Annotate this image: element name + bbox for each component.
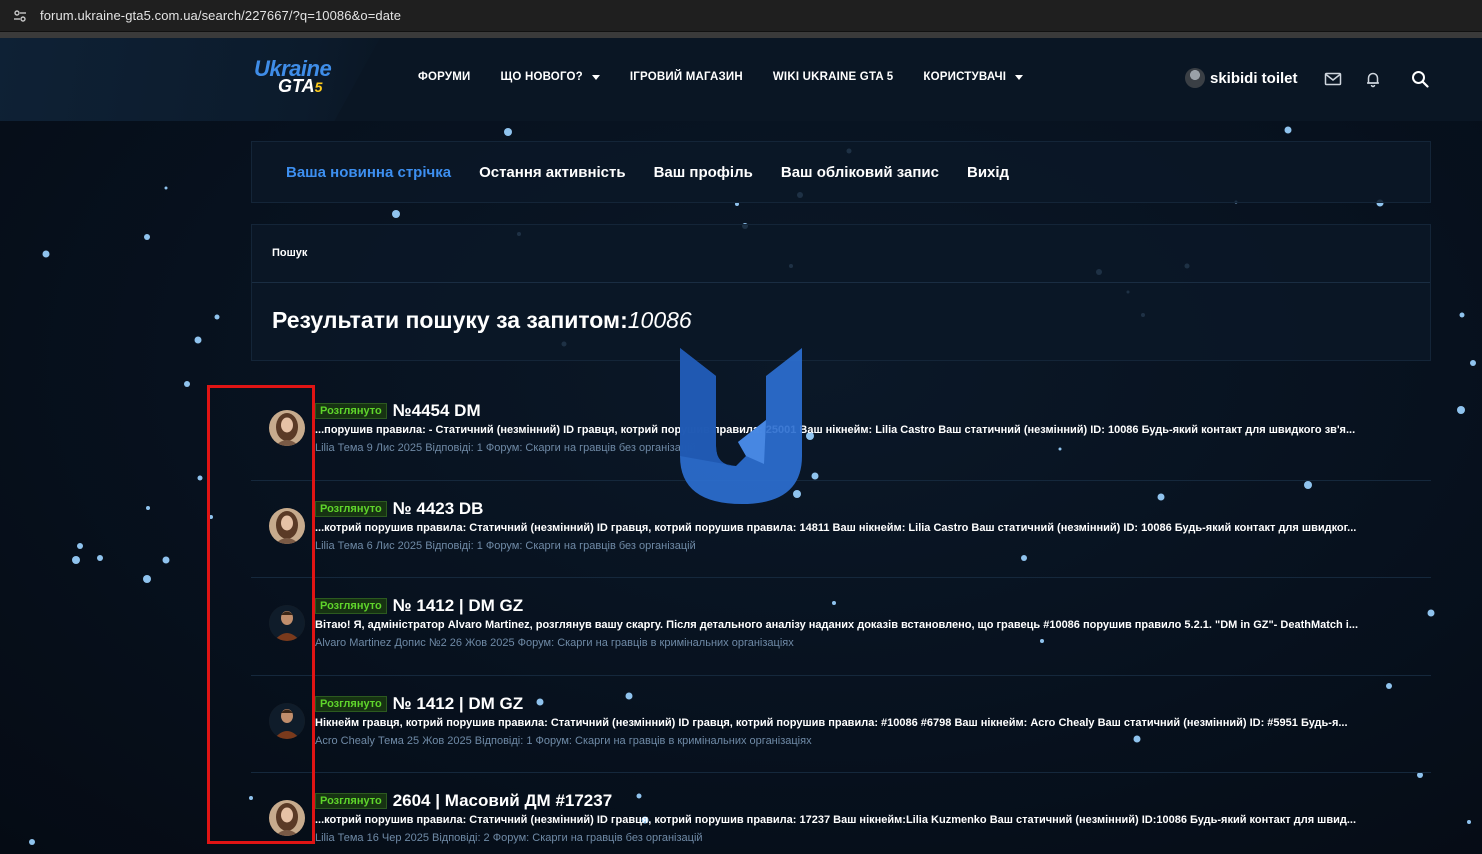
- forum-page: Ukraine GTA5 ФОРУМИ ЩО НОВОГО? ІГРОВИЙ М…: [0, 38, 1482, 854]
- search-header-card: Пошук Результати пошуку за запитом:10086: [251, 224, 1431, 361]
- chevron-down-icon: [1015, 74, 1024, 80]
- result-title-row: Розглянуто 2604 | Масовий ДМ #17237: [315, 791, 1415, 811]
- status-badge: Розглянуто: [315, 403, 387, 419]
- avatar[interactable]: [269, 605, 305, 641]
- menu-item-game-store[interactable]: ІГРОВИЙ МАГАЗИН: [630, 71, 743, 83]
- user-avatar: [1185, 68, 1205, 88]
- result-title-row: Розглянуто № 1412 | DM GZ: [315, 694, 1415, 714]
- user-menu[interactable]: skibidi toilet: [1185, 68, 1298, 88]
- avatar[interactable]: [269, 800, 305, 836]
- search-icon[interactable]: [1411, 70, 1429, 88]
- result-title[interactable]: № 4423 DB: [393, 499, 484, 519]
- menu-item-users[interactable]: КОРИСТУВАЧІ: [923, 71, 1024, 83]
- search-result[interactable]: Розглянуто № 1412 | DM GZ Нікнейм гравця…: [251, 676, 1431, 773]
- status-badge: Розглянуто: [315, 500, 387, 517]
- result-title[interactable]: № 1412 | DM GZ: [393, 596, 523, 616]
- result-meta: Acro Chealy Тема 25 Жов 2025 Відповіді: …: [315, 734, 812, 747]
- tune-icon[interactable]: [10, 6, 30, 26]
- result-body: Розглянуто 2604 | Масовий ДМ #17237 ...к…: [315, 791, 1415, 844]
- search-result[interactable]: Розглянуто 2604 | Масовий ДМ #17237 ...к…: [251, 773, 1431, 854]
- result-snippet: ...порушив правила: - Статичний (незмінн…: [315, 424, 1356, 436]
- logo-text-gta: GTA5: [278, 76, 323, 96]
- result-snippet: ...котрий порушив правила: Статичний (не…: [315, 521, 1357, 534]
- menu-item-forums[interactable]: ФОРУМИ: [418, 71, 470, 83]
- result-meta: Alvaro Martinez Допис №2 26 Жов 2025 Фор…: [315, 637, 794, 649]
- page-title: Результати пошуку за запитом:10086: [272, 307, 692, 333]
- avatar[interactable]: [269, 702, 305, 739]
- browser-address-bar: forum.ukraine-gta5.com.ua/search/227667/…: [0, 0, 1482, 32]
- site-logo[interactable]: Ukraine GTA5: [252, 56, 344, 100]
- result-body: Розглянуто № 1412 | DM GZ Нікнейм гравця…: [315, 694, 1415, 747]
- subnav-your-account[interactable]: Ваш обліковий запис: [781, 164, 939, 181]
- search-results-list: Розглянуто №4454 DM ...порушив правила: …: [251, 383, 1431, 854]
- account-sub-navigation: Ваша новинна стрічка Остання активність …: [251, 141, 1431, 203]
- result-title[interactable]: 2604 | Масовий ДМ #17237: [393, 791, 612, 811]
- result-title[interactable]: № 1412 | DM GZ: [393, 694, 523, 714]
- main-menu: ФОРУМИ ЩО НОВОГО? ІГРОВИЙ МАГАЗИН WIKI U…: [418, 71, 1053, 83]
- url-field[interactable]: forum.ukraine-gta5.com.ua/search/227667/…: [40, 8, 401, 23]
- result-body: Розглянуто № 4423 DB ...котрий порушив п…: [315, 499, 1415, 552]
- subnav-your-profile[interactable]: Ваш профіль: [654, 164, 753, 181]
- result-meta: Lilia Тема 9 Лис 2025 Відповіді: 1 Форум…: [315, 442, 696, 454]
- menu-item-wiki[interactable]: WIKI UKRAINE GTA 5: [773, 71, 894, 83]
- result-body: Розглянуто №4454 DM ...порушив правила: …: [315, 401, 1415, 454]
- search-result[interactable]: Розглянуто № 1412 | DM GZ Вітаю! Я, адмі…: [251, 578, 1431, 676]
- divider: [252, 282, 1430, 283]
- status-badge: Розглянуто: [315, 793, 387, 809]
- avatar[interactable]: [269, 410, 305, 446]
- subnav-logout[interactable]: Вихід: [967, 164, 1009, 181]
- result-snippet: Вітаю! Я, адміністратор Alvaro Martinez,…: [315, 619, 1359, 631]
- result-snippet: ...котрий порушив правила: Статичний (не…: [315, 814, 1357, 826]
- result-meta: Lilia Тема 16 Чер 2025 Відповіді: 2 Фору…: [315, 832, 703, 844]
- result-title-row: Розглянуто № 1412 | DM GZ: [315, 596, 1415, 616]
- result-body: Розглянуто № 1412 | DM GZ Вітаю! Я, адмі…: [315, 596, 1415, 649]
- mail-icon[interactable]: [1324, 70, 1342, 88]
- search-result[interactable]: Розглянуто №4454 DM ...порушив правила: …: [251, 383, 1431, 481]
- result-meta: Lilia Тема 6 Лис 2025 Відповіді: 1 Форум…: [315, 539, 696, 552]
- result-title[interactable]: №4454 DM: [393, 401, 481, 421]
- username: skibidi toilet: [1210, 69, 1298, 87]
- menu-item-whats-new[interactable]: ЩО НОВОГО?: [500, 71, 600, 83]
- chevron-down-icon: [591, 74, 600, 80]
- status-badge: Розглянуто: [315, 598, 387, 614]
- result-snippet: Нікнейм гравця, котрий порушив правила: …: [315, 716, 1348, 729]
- bell-icon[interactable]: [1364, 70, 1382, 88]
- search-query: 10086: [627, 307, 692, 333]
- result-title-row: Розглянуто № 4423 DB: [315, 499, 1415, 519]
- result-title-row: Розглянуто №4454 DM: [315, 401, 1415, 421]
- breadcrumb[interactable]: Пошук: [272, 247, 307, 259]
- avatar[interactable]: [269, 507, 305, 544]
- subnav-latest-activity[interactable]: Остання активність: [479, 164, 626, 181]
- search-result[interactable]: Розглянуто № 4423 DB ...котрий порушив п…: [251, 481, 1431, 578]
- subnav-news-feed[interactable]: Ваша новинна стрічка: [286, 164, 451, 181]
- status-badge: Розглянуто: [315, 695, 387, 712]
